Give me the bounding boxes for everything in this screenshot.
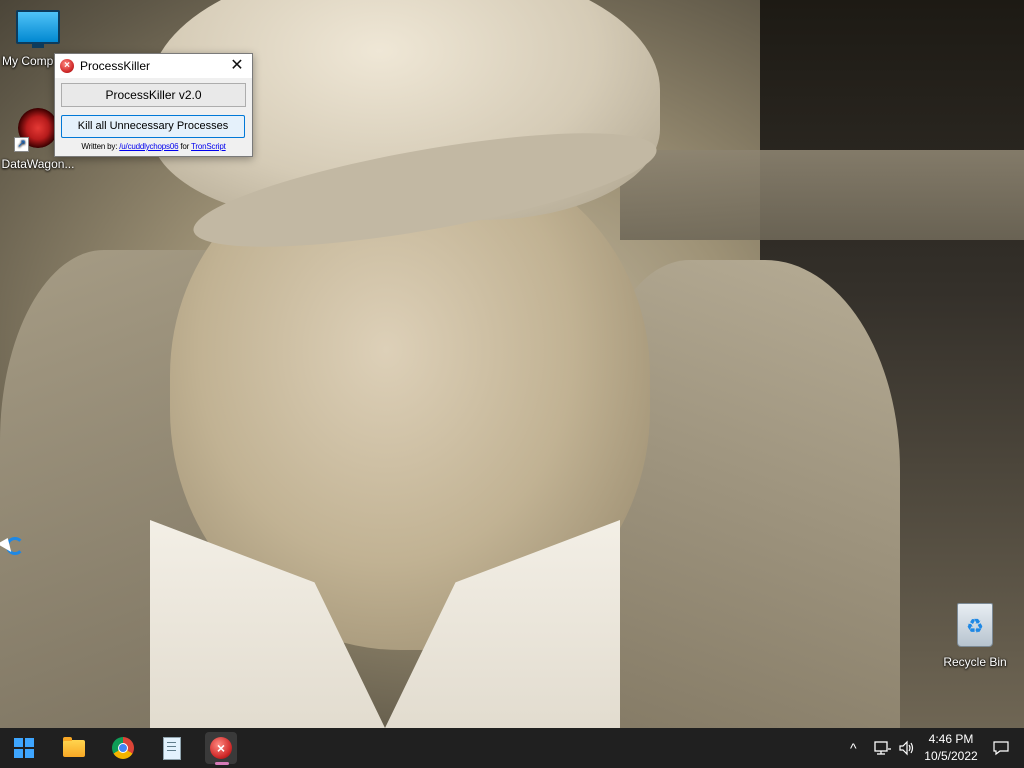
datawagon-icon: ↗: [14, 108, 58, 152]
volume-svg: [899, 740, 914, 756]
notepad-icon: [163, 736, 181, 760]
notifications-button[interactable]: [992, 728, 1010, 768]
start-icon: [14, 738, 34, 758]
chevron-up-icon: ^: [850, 740, 857, 756]
tray-overflow-chevron[interactable]: ^: [850, 728, 857, 768]
taskbar-file-explorer[interactable]: [58, 732, 90, 764]
taskbar-clock[interactable]: 4:46 PM 10/5/2022: [920, 731, 982, 765]
start-button[interactable]: [8, 732, 40, 764]
shortcut-arrow-icon: ↗: [14, 137, 29, 152]
version-banner: ProcessKiller v2.0: [61, 83, 246, 107]
window-titlebar[interactable]: × ProcessKiller ✕: [55, 54, 252, 78]
wallpaper-shelf: [620, 150, 1024, 240]
taskbar-chrome[interactable]: [107, 732, 139, 764]
recycle-bin-icon: ♻: [957, 603, 993, 647]
file-explorer-icon: [63, 736, 85, 757]
monitor-icon: [16, 10, 60, 48]
processkiller-app-icon: ×: [60, 59, 74, 73]
taskbar-processkiller[interactable]: ×: [205, 732, 237, 765]
credits-middle: for: [180, 142, 190, 151]
clock-time: 4:46 PM: [928, 732, 974, 746]
tronscript-link[interactable]: TronScript: [191, 142, 226, 151]
network-icon[interactable]: [874, 728, 892, 768]
close-button[interactable]: ✕: [222, 54, 252, 78]
network-svg: [874, 741, 891, 755]
notification-icon: [993, 741, 1009, 756]
author-link[interactable]: /u/cuddlychops06: [119, 142, 178, 151]
taskbar: × ^ 4:46 PM 10/5/2022: [0, 728, 1024, 768]
kill-processes-button[interactable]: Kill all Unnecessary Processes: [61, 115, 245, 138]
taskbar-notepad[interactable]: [156, 732, 188, 764]
processkiller-window: × ProcessKiller ✕ ProcessKiller v2.0 Kil…: [54, 53, 253, 157]
chrome-icon: [112, 737, 134, 759]
clock-date: 10/5/2022: [924, 749, 978, 763]
window-title: ProcessKiller: [80, 59, 151, 73]
desktop-icon-label: Recycle Bin: [943, 655, 1007, 669]
desktop-icon-recycle-bin[interactable]: ♻ Recycle Bin: [937, 603, 1013, 669]
volume-icon[interactable]: [898, 728, 916, 768]
desktop-icon-label: DataWagon...: [1, 157, 75, 171]
credits-footer: Written by: /u/cuddlychops06 for TronScr…: [55, 142, 252, 151]
processkiller-icon: ×: [210, 737, 232, 759]
credits-prefix: Written by:: [81, 142, 118, 151]
